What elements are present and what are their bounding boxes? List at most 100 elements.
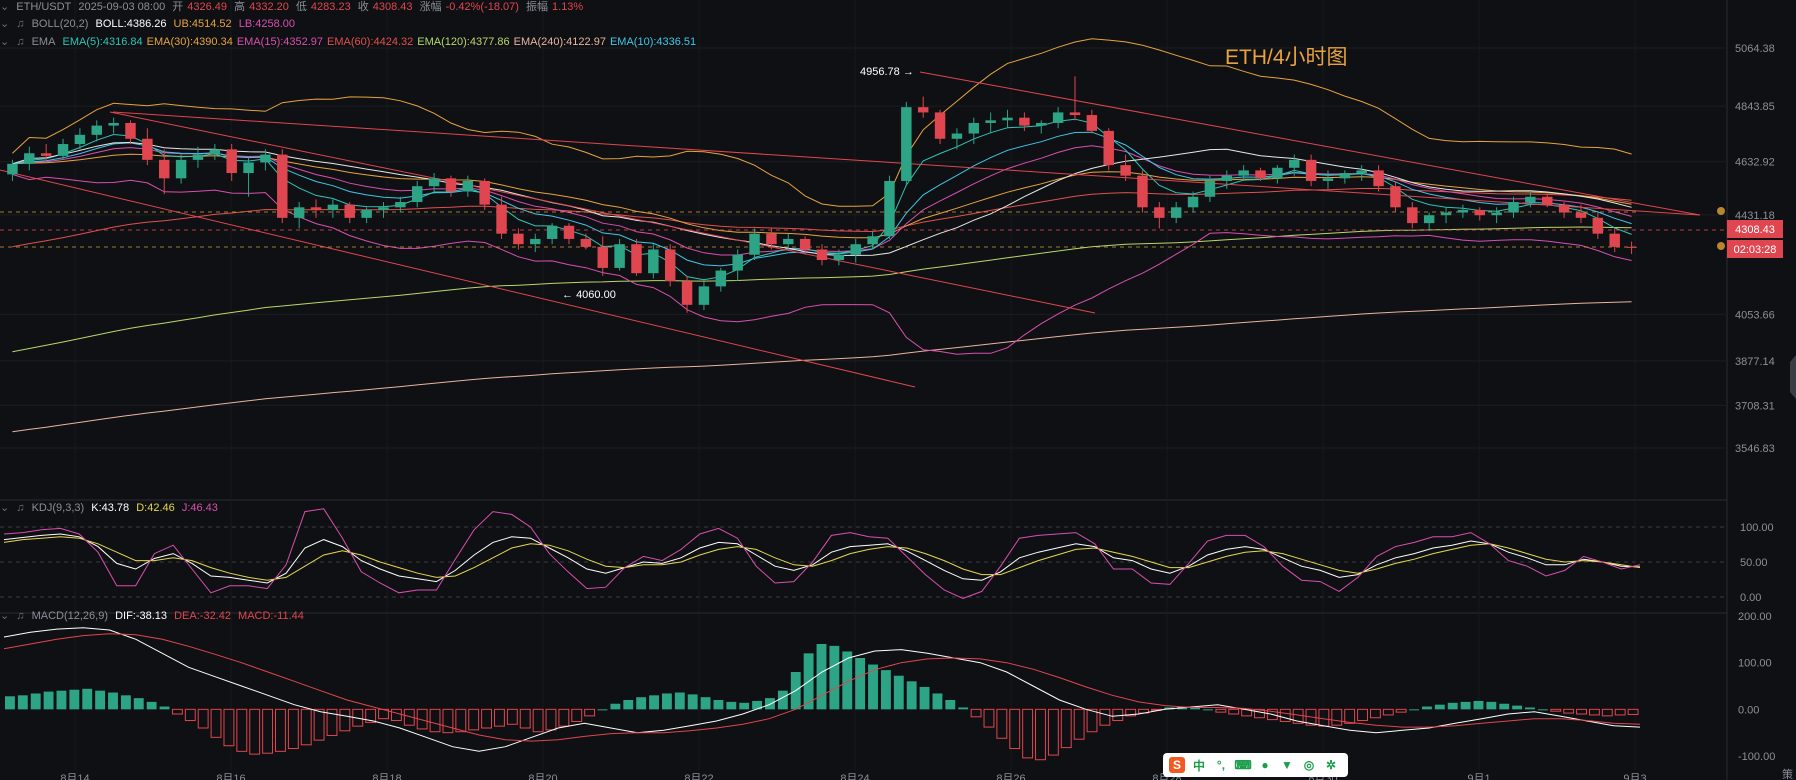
candle-body	[1255, 170, 1266, 179]
app-logo-icon[interactable]: S	[1169, 757, 1185, 773]
candle-body	[513, 233, 524, 245]
collapse-icon[interactable]: ⌄	[0, 1, 9, 13]
collapse-handle-icon[interactable]	[1790, 355, 1796, 399]
kdj-j: J:46.43	[181, 502, 218, 514]
candle-body	[563, 225, 575, 239]
collapse-icon[interactable]: ⌄	[0, 18, 9, 30]
macd-histogram-bar	[120, 695, 131, 710]
macd-histogram-bar	[146, 701, 157, 710]
current-price: 4308.43	[1735, 224, 1775, 236]
collapse-icon[interactable]: ⌄	[0, 502, 9, 514]
macd-histogram-bar	[56, 690, 67, 710]
candle-body	[546, 225, 558, 239]
high-annotation: 4956.78 →	[860, 66, 914, 78]
macd-label[interactable]: MACD(12,26,9)	[32, 610, 108, 622]
candle-body	[1289, 159, 1300, 168]
corner-label: 策	[1782, 767, 1793, 780]
macd-tick-label: 100.00	[1738, 658, 1772, 670]
candle-body	[462, 180, 474, 192]
candle-body	[1187, 196, 1199, 208]
alert-marker-icon[interactable]	[1717, 207, 1725, 215]
symbol: ETH/USDT	[16, 1, 72, 13]
macd-histogram-bar	[739, 702, 750, 710]
macd-histogram-bar	[5, 696, 15, 710]
collapse-icon[interactable]: ⌄	[0, 36, 9, 48]
candle-body	[749, 233, 760, 255]
macd-histogram-bar	[43, 691, 54, 710]
candle-body	[125, 122, 136, 139]
price-tick-label: 4053.66	[1735, 309, 1775, 321]
chinese-input-icon[interactable]: 中	[1191, 757, 1207, 773]
close-value: 4308.43	[372, 1, 413, 13]
candle-body	[1221, 175, 1233, 181]
price-tick-label: 3877.14	[1735, 356, 1775, 368]
candle-body	[1019, 117, 1030, 126]
time-tick-label: 8月24	[840, 773, 869, 780]
candle-body	[799, 238, 811, 250]
sync-icon[interactable]: ◎	[1301, 757, 1317, 773]
candle-body	[142, 138, 153, 160]
macd-histogram-bar	[133, 698, 144, 710]
ema-label[interactable]: EMA	[32, 36, 56, 48]
macd-histogram-bar	[1525, 707, 1535, 710]
alarm-icon[interactable]: ♫	[16, 502, 24, 514]
candle-body	[1339, 173, 1351, 179]
candle-body	[1373, 170, 1384, 187]
alarm-icon[interactable]: ♫	[16, 610, 24, 622]
macd-histogram-bar	[1512, 705, 1523, 710]
collapse-icon[interactable]: ⌄	[0, 610, 9, 622]
macd-histogram-bar	[1460, 701, 1471, 710]
macd-histogram-bar	[159, 706, 170, 710]
candle-body	[1069, 112, 1081, 116]
macd-histogram-bar	[1473, 700, 1484, 710]
candle-body	[1592, 217, 1604, 234]
keyboard-icon[interactable]: ⌨	[1234, 757, 1251, 773]
boll-label[interactable]: BOLL(20,2)	[32, 18, 89, 30]
alert-marker-icon[interactable]	[1717, 242, 1725, 250]
alarm-icon[interactable]: ♫	[16, 36, 24, 48]
candle-body	[648, 249, 659, 274]
candle-body	[327, 204, 339, 210]
ema-legend-item: EMA(15):4352.97	[236, 36, 324, 48]
settings-icon[interactable]: ✲	[1323, 757, 1339, 773]
candle-body	[209, 149, 221, 155]
candle-body	[378, 207, 389, 210]
candle-body	[1474, 209, 1486, 216]
shirt-icon[interactable]: ▼	[1279, 757, 1295, 773]
candle-body	[1457, 209, 1469, 213]
kdj-k: K:43.78	[91, 502, 130, 514]
candle-body	[1120, 165, 1131, 176]
macd-tick-label: 200.00	[1738, 611, 1772, 623]
price-tick-label: 3546.83	[1735, 443, 1775, 455]
candle-body	[1542, 196, 1553, 205]
candle-body	[445, 178, 457, 192]
kdj-label[interactable]: KDJ(9,3,3)	[32, 502, 85, 514]
time-tick-label: 9月1	[1467, 773, 1490, 780]
macd-histogram-bar	[829, 645, 840, 710]
candle-body	[1170, 207, 1182, 218]
candle-body	[1390, 186, 1401, 208]
candle-body	[243, 162, 254, 174]
candle-body	[1137, 175, 1148, 208]
high-label: 高	[234, 1, 246, 13]
candle-body	[783, 238, 794, 245]
candle-body	[175, 159, 187, 179]
ime-toolbar[interactable]: S 中 °, ⌨ ● ▼ ◎ ✲	[1163, 753, 1348, 777]
candle-body	[732, 254, 743, 271]
macd-histogram-bar	[95, 690, 106, 710]
macd-histogram-bar	[623, 700, 634, 710]
macd-histogram-bar	[597, 709, 608, 711]
trading-chart[interactable]: 5064.384843.854632.924431.184053.663877.…	[0, 0, 1796, 780]
candle-body	[1052, 112, 1064, 123]
open-label: 开	[172, 1, 184, 13]
candle-body	[496, 204, 507, 234]
punctuation-icon[interactable]: °,	[1213, 757, 1229, 773]
price-tick-label: 4632.92	[1735, 157, 1775, 169]
candle-body	[597, 246, 608, 268]
time-tick-label: 8月22	[684, 773, 713, 780]
candle-body	[867, 236, 878, 245]
macd-histogram-bar	[880, 670, 891, 710]
macd-histogram-bar	[1434, 704, 1445, 710]
alarm-icon[interactable]: ♫	[16, 18, 24, 30]
user-icon[interactable]: ●	[1257, 757, 1273, 773]
